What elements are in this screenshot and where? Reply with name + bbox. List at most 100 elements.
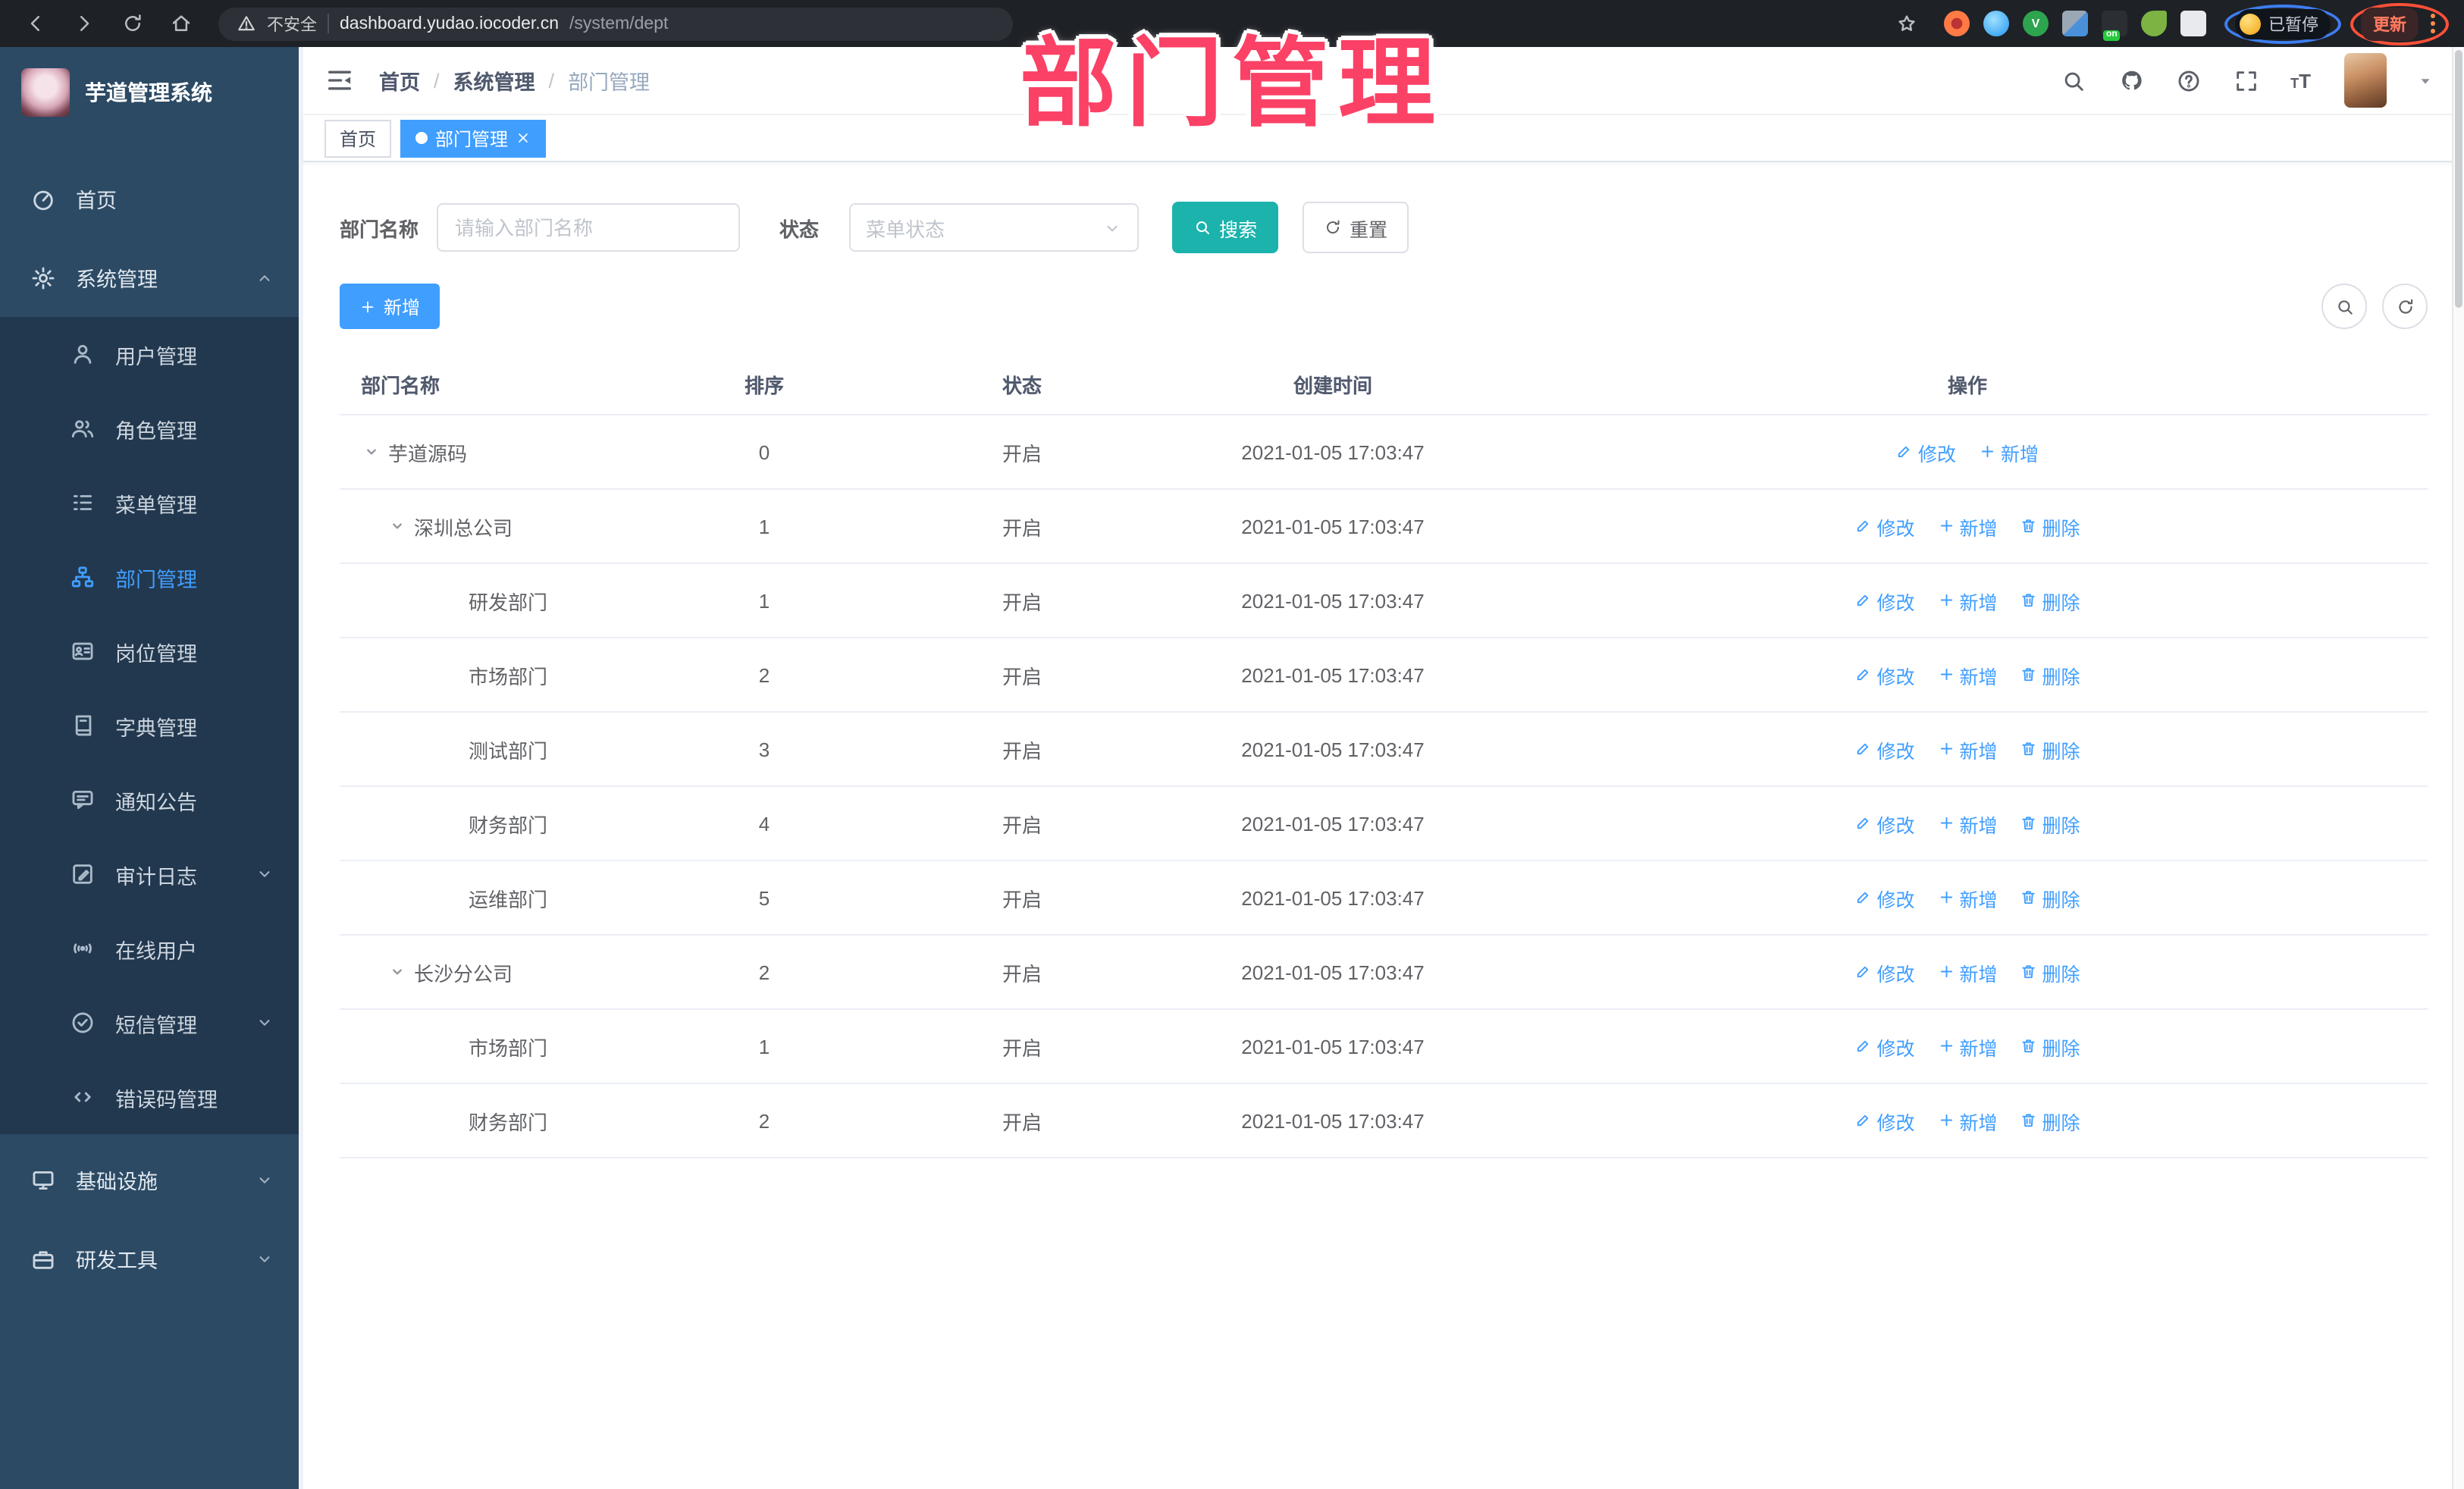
github-icon[interactable] [2118,67,2145,94]
close-icon[interactable] [516,130,531,146]
sidebar-item-dept-mgmt[interactable]: 部门管理 [0,540,299,614]
add-link[interactable]: 新增 [1979,437,2039,466]
add-button[interactable]: 新增 [340,284,440,329]
sidebar-item-dict-mgmt[interactable]: 字典管理 [0,688,299,763]
sidebar-item-menu-mgmt[interactable]: 菜单管理 [0,466,299,540]
edit-link[interactable]: 修改 [1854,586,1914,615]
add-link[interactable]: 新增 [1937,958,1998,986]
edit-link[interactable]: 修改 [1896,437,1956,466]
edit-link[interactable]: 修改 [1854,660,1914,689]
sidebar-item-role-mgmt[interactable]: 角色管理 [0,391,299,466]
help-icon[interactable] [2175,67,2202,94]
delete-link[interactable]: 删除 [2020,1106,2080,1135]
expand-caret-icon[interactable] [387,961,408,983]
add-link[interactable]: 新增 [1937,512,1998,541]
reload-icon[interactable] [112,7,152,40]
sort-value: 3 [643,712,886,787]
delete-link[interactable]: 删除 [2020,660,2080,689]
edit-link[interactable]: 修改 [1854,883,1914,912]
status-select[interactable]: 菜单状态 [849,203,1140,252]
sms-icon [72,1012,93,1033]
sidebar-item-home[interactable]: 首页 [0,159,299,238]
sidebar-item-user-mgmt[interactable]: 用户管理 [0,317,299,391]
delete-link[interactable]: 删除 [2020,586,2080,615]
sidebar-item-online-user[interactable]: 在线用户 [0,911,299,986]
address-bar[interactable]: 不安全 dashboard.yudao.iocoder.cn/system/de… [218,7,1013,40]
delete-link[interactable]: 删除 [2020,512,2080,541]
avatar[interactable] [2344,53,2387,108]
sidebar-item-post-mgmt[interactable]: 岗位管理 [0,614,299,688]
table-row[interactable]: 财务部门 2 开启 2021-01-05 17:03:47 修改 新增 删除 [340,1083,2428,1158]
table-row[interactable]: 市场部门 1 开启 2021-01-05 17:03:47 修改 新增 删除 [340,1009,2428,1084]
breadcrumb-item[interactable]: 首页 [379,65,420,96]
status-value: 开启 [886,489,1158,564]
ext-on-switch-icon[interactable]: on [2102,11,2127,41]
add-link[interactable]: 新增 [1937,586,1998,615]
edit-link[interactable]: 修改 [1854,735,1914,763]
ext-drop-icon[interactable] [1983,11,2009,36]
table-row[interactable]: 研发部门 1 开启 2021-01-05 17:03:47 修改 新增 删除 [340,563,2428,638]
tab-home[interactable]: 首页 [324,119,392,157]
app-logo-row[interactable]: 芋道管理系统 [0,47,299,135]
add-link[interactable]: 新增 [1937,660,1998,689]
table-row[interactable]: 市场部门 2 开启 2021-01-05 17:03:47 修改 新增 删除 [340,638,2428,713]
ext-leaf-icon[interactable] [2141,11,2167,36]
add-link[interactable]: 新增 [1937,735,1998,763]
column-header-1: 部门名称 [340,353,643,415]
edit-link[interactable]: 修改 [1854,1032,1914,1061]
reset-button[interactable]: 重置 [1303,202,1409,253]
scrollbar-thumb[interactable] [2455,50,2462,308]
sidebar-item-audit-log[interactable]: 审计日志 [0,837,299,911]
delete-link[interactable]: 删除 [2020,1032,2080,1061]
browser-menu-icon[interactable] [2428,14,2438,33]
toggle-search-button[interactable] [2321,284,2367,329]
sidebar-item-system[interactable]: 系统管理 [0,238,299,317]
ext-target-icon[interactable] [1944,11,1970,36]
sidebar-item-infra[interactable]: 基础设施 [0,1140,299,1219]
edit-link[interactable]: 修改 [1854,958,1914,986]
ext-v-icon[interactable]: V [2023,11,2049,36]
table-row[interactable]: 财务部门 4 开启 2021-01-05 17:03:47 修改 新增 删除 [340,786,2428,861]
expand-caret-icon[interactable] [387,516,408,537]
ext-puzzle-icon[interactable] [2180,11,2206,36]
add-link[interactable]: 新增 [1937,809,1998,838]
sidebar-toggle-icon[interactable] [324,65,355,96]
delete-link[interactable]: 删除 [2020,958,2080,986]
bookmark-star-icon[interactable] [1886,7,1926,40]
search-button[interactable]: 搜索 [1172,202,1279,253]
fullscreen-icon[interactable] [2233,67,2260,94]
delete-link[interactable]: 删除 [2020,809,2080,838]
home-icon[interactable] [161,7,200,40]
add-link[interactable]: 新增 [1937,1106,1998,1135]
sidebar-item-errcode-mgmt[interactable]: 错误码管理 [0,1060,299,1134]
table-row[interactable]: 运维部门 5 开启 2021-01-05 17:03:47 修改 新增 删除 [340,860,2428,936]
avatar-caret-icon[interactable] [2417,72,2434,89]
dept-name-input[interactable] [437,203,741,252]
table-row[interactable]: 测试部门 3 开启 2021-01-05 17:03:47 修改 新增 删除 [340,712,2428,787]
sidebar-item-sms-mgmt[interactable]: 短信管理 [0,986,299,1060]
delete-link[interactable]: 删除 [2020,883,2080,912]
tab-dept[interactable]: 部门管理 [400,119,547,157]
ext-grid-icon[interactable] [2062,11,2088,36]
header-search-icon[interactable] [2060,67,2087,94]
profile-paused-chip[interactable]: 已暂停 [2235,8,2331,39]
expand-caret-icon[interactable] [361,441,382,462]
page-scrollbar[interactable] [2452,47,2464,1489]
table-row[interactable]: 深圳总公司 1 开启 2021-01-05 17:03:47 修改 新增 删除 [340,489,2428,564]
back-icon[interactable] [15,7,55,40]
forward-icon[interactable] [64,7,103,40]
edit-link[interactable]: 修改 [1854,512,1914,541]
font-size-icon[interactable]: TT [2290,71,2311,90]
edit-link[interactable]: 修改 [1854,809,1914,838]
sidebar-item-dev-tools[interactable]: 研发工具 [0,1219,299,1298]
add-link[interactable]: 新增 [1937,883,1998,912]
table-row[interactable]: 长沙分公司 2 开启 2021-01-05 17:03:47 修改 新增 删除 [340,935,2428,1010]
delete-link[interactable]: 删除 [2020,735,2080,763]
breadcrumb-item[interactable]: 系统管理 [453,65,535,96]
browser-update-button[interactable]: 更新 [2361,7,2419,40]
add-link[interactable]: 新增 [1937,1032,1998,1061]
table-row[interactable]: 芋道源码 0 开启 2021-01-05 17:03:47 修改 新增 [340,415,2428,490]
refresh-table-button[interactable] [2382,284,2428,329]
edit-link[interactable]: 修改 [1854,1106,1914,1135]
sidebar-item-notice[interactable]: 通知公告 [0,763,299,837]
